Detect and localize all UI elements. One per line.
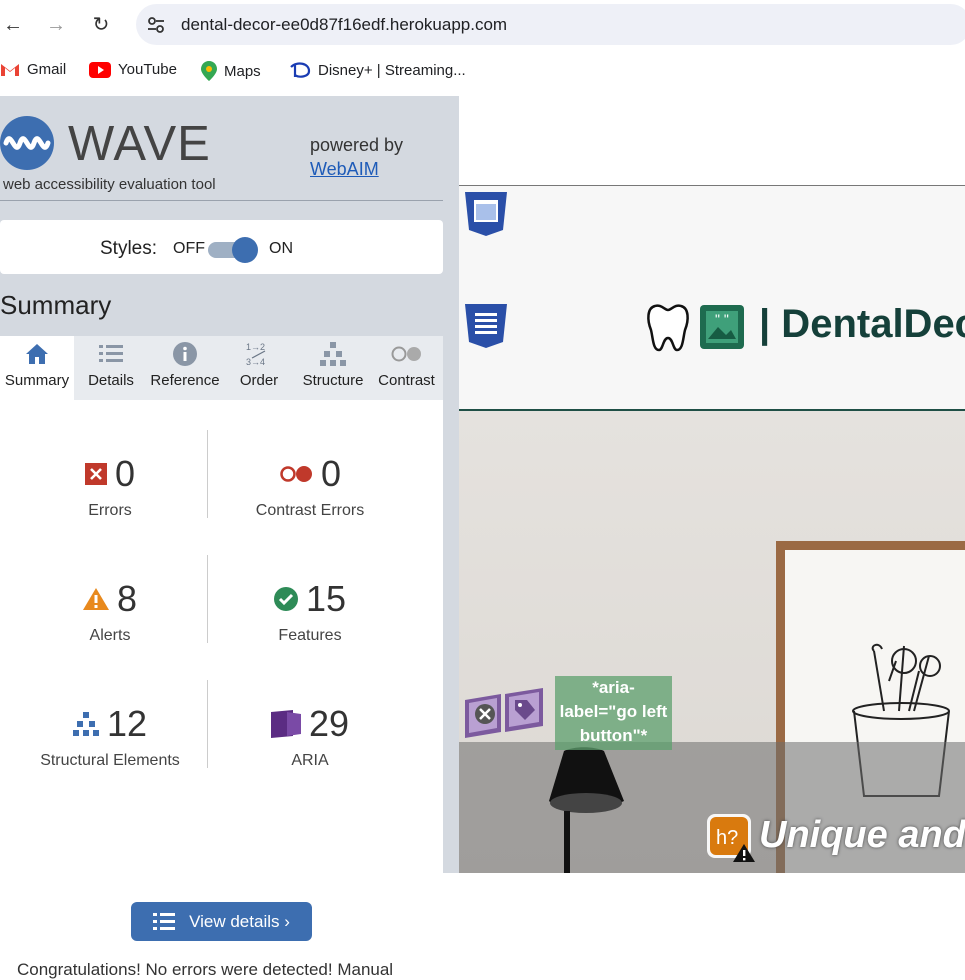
gmail-icon <box>1 64 19 76</box>
divider <box>0 200 443 201</box>
styles-on-label: ON <box>269 240 293 257</box>
wave-panel: WAVE web accessibility evaluation tool p… <box>0 96 459 979</box>
aria-button-icon[interactable] <box>465 694 507 738</box>
tab-label: Order <box>239 372 279 389</box>
back-icon[interactable]: ← <box>0 12 26 38</box>
stat-contrast-errors[interactable]: 0 Contrast Errors <box>210 452 410 520</box>
aria-label-icon[interactable] <box>505 688 549 732</box>
aria-icon <box>270 710 301 738</box>
bookmark-label: Gmail <box>27 61 67 78</box>
disney-icon <box>290 62 311 78</box>
stat-aria[interactable]: 29 ARIA <box>210 702 410 770</box>
reload-icon[interactable]: ↻ <box>88 12 114 38</box>
contrast-errors-count: 0 <box>320 453 342 494</box>
browser-toolbar: ← → ↻ dental-decor-ee0d87f16edf.herokuap… <box>0 0 965 50</box>
home-icon <box>26 344 48 364</box>
wave-tabs: Summary Details Reference 1→2 3→4 Order S… <box>0 336 443 400</box>
aria-count: 29 <box>308 703 350 744</box>
tab-order[interactable]: 1→2 3→4 Order <box>222 336 296 400</box>
bookmarks-bar: Gmail YouTube Maps Disney+ | Streaming..… <box>0 55 965 87</box>
url-text[interactable]: dental-decor-ee0d87f16edf.herokuapp.com <box>181 15 507 35</box>
html5-list-icon[interactable] <box>463 302 509 348</box>
feature-icon <box>273 587 298 611</box>
tab-structure[interactable]: Structure <box>296 336 370 400</box>
tab-label: Reference <box>150 372 220 389</box>
aria-label-annotation: *aria-label="go left button"* <box>555 676 672 750</box>
bookmark-gmail[interactable]: Gmail <box>0 61 66 78</box>
styles-toggle-knob[interactable] <box>232 237 258 263</box>
view-details-button[interactable]: View details › <box>131 902 312 941</box>
stat-structural-elements[interactable]: 12 Structural Elements <box>10 702 210 770</box>
stat-features[interactable]: 15 Features <box>210 577 410 645</box>
aria-label: ARIA <box>291 752 329 769</box>
summary-heading: Summary <box>0 290 112 320</box>
order-icon: 1→2 3→4 <box>246 342 266 367</box>
error-icon <box>84 463 107 485</box>
alerts-count: 8 <box>116 578 138 619</box>
features-count: 15 <box>305 578 347 619</box>
powered-by-text: powered by <box>310 135 404 155</box>
contrast-icon <box>391 346 421 362</box>
wave-title: WAVE <box>68 117 211 171</box>
errors-count: 0 <box>114 453 136 494</box>
bookmark-maps[interactable]: Maps <box>201 61 261 81</box>
contrast-error-icon <box>280 466 312 482</box>
alerts-label: Alerts <box>89 627 131 644</box>
heading-badge-text: h? <box>716 827 738 849</box>
tab-contrast[interactable]: Contrast <box>370 336 443 400</box>
site-info-icon[interactable] <box>146 15 166 35</box>
features-label: Features <box>278 627 342 644</box>
bookmark-label: Disney+ | Streaming... <box>318 61 466 79</box>
hero-tagline: Unique and <box>759 814 965 856</box>
tab-label: Summary <box>4 372 70 389</box>
page-preview: " " | DentalDec *aria-label="go left but… <box>459 96 965 873</box>
bookmark-label: YouTube <box>118 61 177 78</box>
congrats-message: Congratulations! No errors were detected… <box>17 960 394 979</box>
maps-icon <box>201 61 217 81</box>
list-icon <box>99 345 123 362</box>
powered-by: powered by WebAIM <box>310 133 403 181</box>
styles-label: Styles: <box>100 238 158 259</box>
site-brand[interactable]: | DentalDec <box>759 302 965 347</box>
address-bar[interactable]: dental-decor-ee0d87f16edf.herokuapp.com <box>136 4 965 45</box>
heading-alert-icon[interactable]: h? <box>707 814 755 862</box>
stat-alerts[interactable]: 8 Alerts <box>10 577 210 645</box>
structure-icon <box>320 342 346 366</box>
contrast-errors-label: Contrast Errors <box>255 502 365 519</box>
view-details-label: View details › <box>189 911 290 931</box>
wave-subtitle: web accessibility evaluation tool <box>3 176 216 193</box>
svg-text:1→2: 1→2 <box>246 342 265 352</box>
tooth-icon <box>647 304 689 352</box>
stat-errors[interactable]: 0 Errors <box>10 452 210 520</box>
tab-label: Contrast <box>378 372 435 389</box>
tab-summary[interactable]: Summary <box>0 336 74 400</box>
webaim-link[interactable]: WebAIM <box>310 159 379 179</box>
errors-label: Errors <box>88 502 132 519</box>
tab-label: Structure <box>302 372 364 389</box>
forward-icon[interactable]: → <box>43 12 69 38</box>
structural-label: Structural Elements <box>40 752 180 769</box>
summary-panel: 0 Errors 0 Contrast Errors 8 Alerts 15 F… <box>0 400 443 979</box>
structure-icon <box>72 712 99 736</box>
styles-toggle-box: Styles: OFF ON <box>0 220 443 274</box>
styles-off-label: OFF <box>173 240 205 257</box>
html5-structure-icon[interactable] <box>463 190 509 236</box>
tab-label: Details <box>88 372 134 389</box>
tab-details[interactable]: Details <box>74 336 148 400</box>
site-header <box>459 186 965 410</box>
bookmark-disney[interactable]: Disney+ | Streaming... <box>289 61 466 79</box>
image-alt-icon[interactable]: " " <box>700 305 744 349</box>
svg-text:3→4: 3→4 <box>246 357 265 367</box>
info-icon <box>173 342 197 366</box>
list-icon <box>153 912 176 930</box>
wave-logo-icon <box>0 116 54 170</box>
bookmark-youtube[interactable]: YouTube <box>89 61 177 78</box>
alert-icon <box>82 588 109 610</box>
youtube-icon <box>89 61 111 78</box>
tab-reference[interactable]: Reference <box>148 336 222 400</box>
svg-text:" ": " " <box>715 311 729 327</box>
structural-count: 12 <box>106 703 148 744</box>
bookmark-label: Maps <box>224 62 261 80</box>
lamp-image <box>549 747 624 873</box>
